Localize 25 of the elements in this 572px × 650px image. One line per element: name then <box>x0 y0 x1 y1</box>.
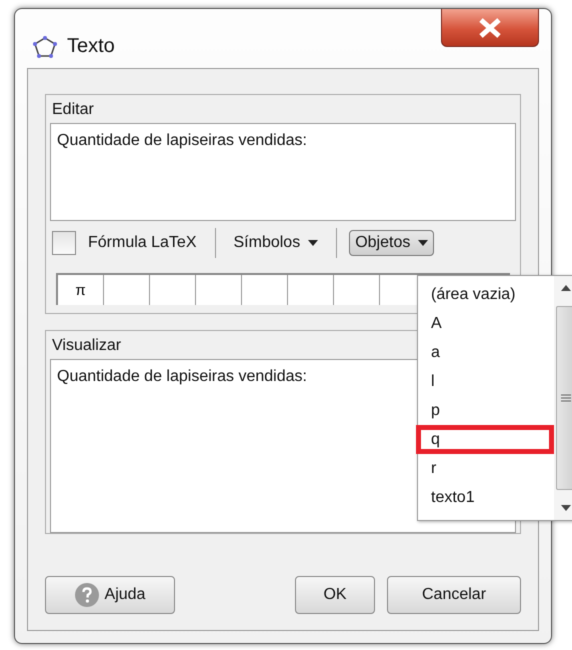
caret-icon <box>418 240 428 246</box>
scrollbar[interactable] <box>554 276 572 520</box>
caret-icon <box>308 240 318 246</box>
latex-checkbox[interactable] <box>52 231 76 255</box>
window-title: Texto <box>67 35 115 58</box>
close-icon <box>477 16 503 38</box>
scroll-up-icon[interactable] <box>560 284 572 292</box>
dropdown-item[interactable]: q <box>416 425 554 454</box>
ok-button[interactable]: OK <box>295 576 375 614</box>
close-button[interactable] <box>441 9 539 47</box>
objects-menu[interactable]: Objetos <box>349 230 434 256</box>
help-button[interactable]: Ajuda <box>45 576 175 614</box>
dropdown-item[interactable]: (área vazia) <box>416 280 554 309</box>
checkbox-label: Fórmula LaTeX <box>88 234 196 252</box>
help-icon <box>74 583 99 607</box>
dropdown-item[interactable]: A <box>416 309 554 338</box>
symbols-menu[interactable]: Símbolos <box>228 230 324 256</box>
cancel-button[interactable]: Cancelar <box>387 576 521 614</box>
text-input-area[interactable]: Quantidade de lapiseiras vendidas: <box>50 123 516 221</box>
panel-legend: Editar <box>52 101 94 119</box>
scroll-down-icon[interactable] <box>560 504 572 512</box>
grip-icon <box>561 393 571 403</box>
panel-legend: Visualizar <box>52 337 122 355</box>
symbol-button[interactable]: π <box>58 275 104 305</box>
pentagon-icon <box>33 36 57 58</box>
